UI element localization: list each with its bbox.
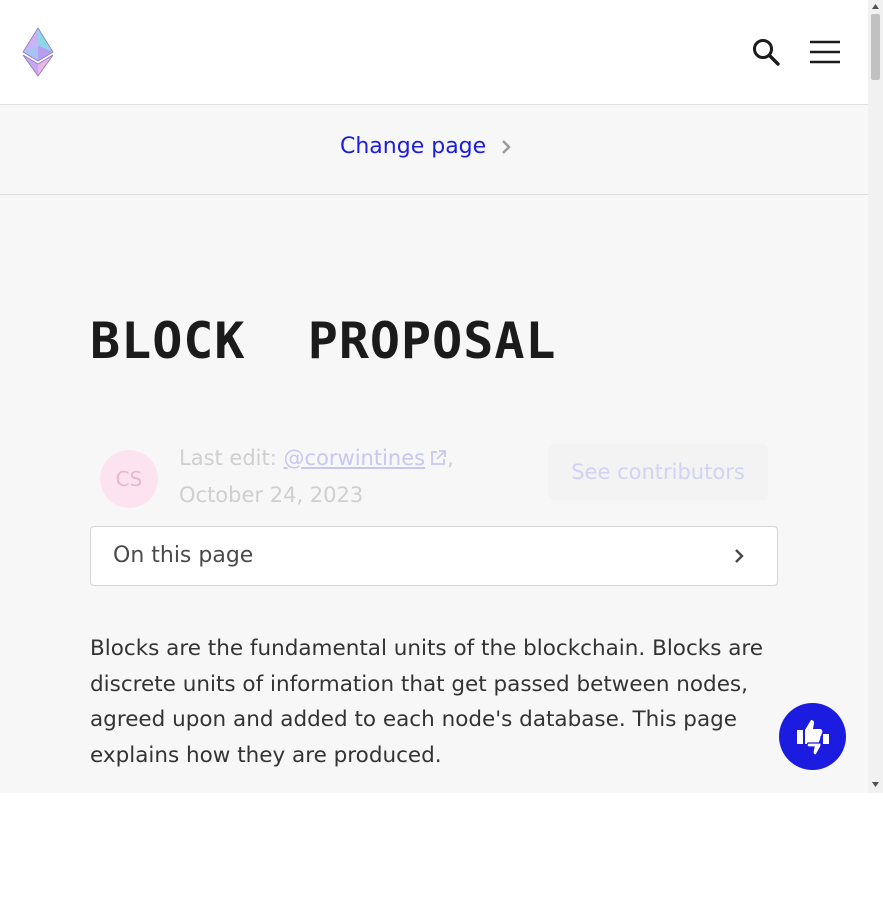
ethereum-logo-icon[interactable] bbox=[20, 26, 56, 78]
page-title: BLOCK PROPOSAL bbox=[90, 312, 557, 370]
change-page-button[interactable]: Change page bbox=[340, 134, 514, 159]
thumbs-up-down-icon bbox=[796, 719, 829, 756]
site-header bbox=[0, 0, 868, 105]
chevron-right-icon bbox=[735, 549, 744, 563]
last-edit-date: October 24, 2023 bbox=[179, 483, 364, 507]
scroll-up-arrow-icon[interactable] bbox=[871, 2, 880, 11]
page-viewport: Change page BLOCK PROPOSAL CS Last edit:… bbox=[0, 0, 868, 793]
file-contributors: CS Last edit: @corwintines , October 24,… bbox=[100, 440, 780, 520]
chevron-right-icon bbox=[502, 139, 511, 154]
see-contributors-button[interactable]: See contributors bbox=[548, 444, 768, 500]
menu-button[interactable] bbox=[808, 36, 842, 68]
search-button[interactable] bbox=[750, 36, 782, 68]
last-edit-prefix: Last edit: bbox=[179, 446, 284, 470]
feedback-button[interactable] bbox=[779, 703, 846, 770]
hamburger-menu-icon bbox=[810, 40, 840, 64]
author-link[interactable]: @corwintines bbox=[284, 446, 426, 470]
last-edit-text: Last edit: @corwintines , October 24, 20… bbox=[179, 446, 454, 507]
scrollbar-thumb[interactable] bbox=[871, 14, 880, 80]
external-link-icon bbox=[431, 450, 446, 465]
change-page-label: Change page bbox=[340, 134, 487, 159]
toc-label: On this page bbox=[113, 543, 254, 568]
on-this-page-dropdown[interactable]: On this page bbox=[90, 526, 778, 586]
scroll-down-arrow-icon[interactable] bbox=[871, 780, 880, 789]
search-icon bbox=[753, 39, 780, 66]
avatar: CS bbox=[100, 450, 158, 508]
scrollbar[interactable] bbox=[868, 0, 883, 793]
intro-paragraph: Blocks are the fundamental units of the … bbox=[90, 636, 764, 768]
